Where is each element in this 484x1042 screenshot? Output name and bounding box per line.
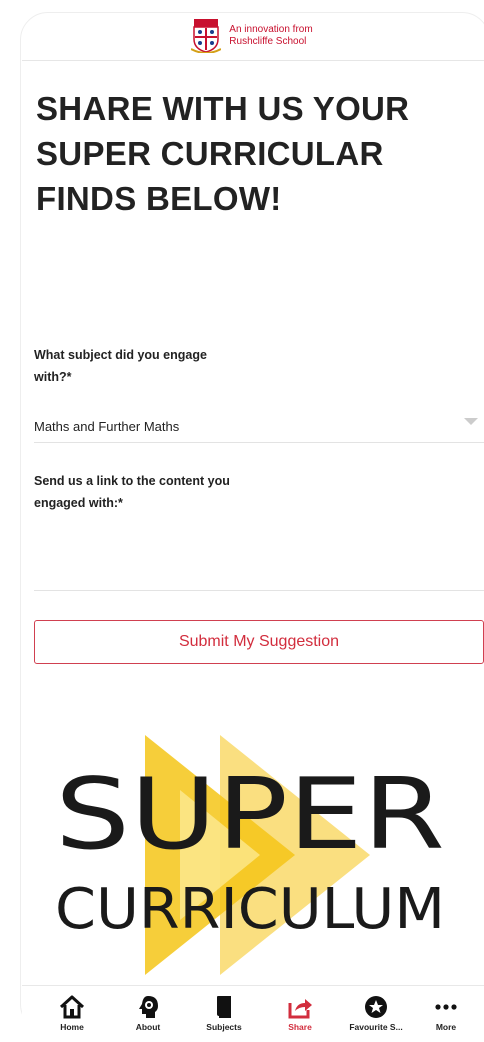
book-icon [217, 996, 231, 1018]
more-icon [435, 1004, 457, 1010]
tab-about-label: About [135, 1022, 161, 1032]
submit-suggestion-button[interactable]: Submit My Suggestion [34, 620, 484, 664]
tab-more-label: More [435, 1022, 457, 1032]
bottom-tab-bar: Home About Subjects Share Favourite S... [22, 985, 484, 1042]
tab-favourites[interactable]: Favourite S... [338, 986, 414, 1042]
tab-home[interactable]: Home [34, 986, 110, 1042]
tab-home-label: Home [60, 1022, 84, 1032]
page-title: SHARE WITH US YOUR SUPER CURRICULAR FIND… [36, 90, 410, 217]
link-input[interactable] [34, 560, 484, 591]
logo-text-super: SUPER [55, 758, 445, 872]
home-icon [59, 995, 85, 1019]
school-crest-icon [191, 19, 222, 53]
tab-share[interactable]: Share [262, 986, 338, 1042]
super-curriculum-logo: SUPER CURRICULUM [55, 735, 445, 975]
school-tagline: An innovation from Rushcliffe School [229, 24, 312, 48]
tab-subjects[interactable]: Subjects [186, 986, 262, 1042]
tab-about[interactable]: About [110, 986, 186, 1042]
tagline-line2: Rushcliffe School [229, 36, 307, 47]
header-divider [22, 60, 484, 61]
subject-select[interactable]: Maths and Further Maths [34, 412, 484, 443]
share-icon [288, 999, 312, 1019]
tagline-line1: An innovation from [229, 24, 313, 35]
logo-text-curriculum: CURRICULUM [55, 877, 445, 942]
chevron-down-icon[interactable] [464, 418, 478, 425]
app-header: An innovation from Rushcliffe School [20, 12, 484, 60]
tab-share-label: Share [288, 1022, 312, 1032]
link-label: Send us a link to the content you engage… [34, 474, 230, 510]
tab-favourites-label: Favourite S... [349, 1022, 403, 1032]
head-gear-icon [139, 996, 158, 1018]
subject-label: What subject did you engage with?* [34, 348, 207, 384]
tab-subjects-label: Subjects [206, 1022, 242, 1032]
tab-more[interactable]: More [408, 986, 484, 1042]
star-icon [365, 996, 387, 1018]
